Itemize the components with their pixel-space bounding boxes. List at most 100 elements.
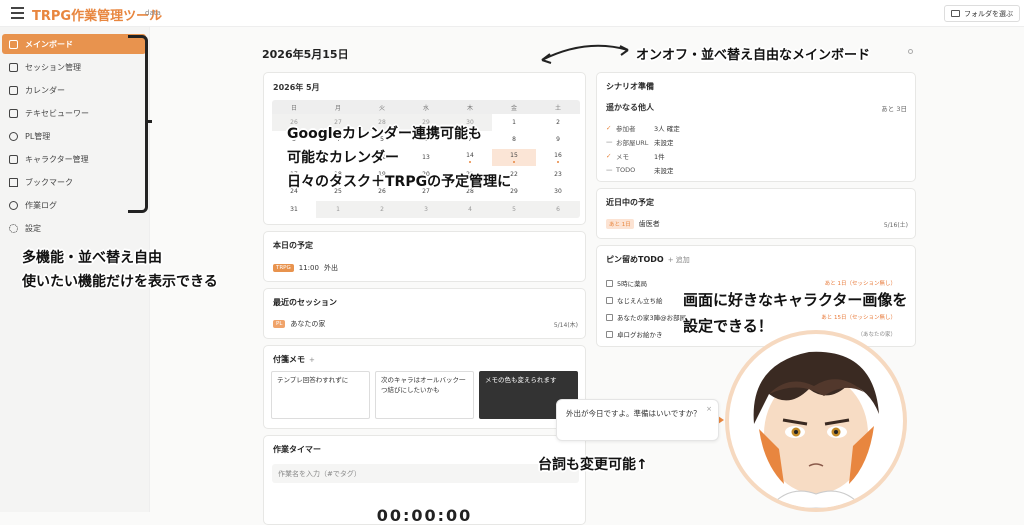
speech-bubble[interactable]: 外出が今日ですよ。準備はいいですか？ × [556, 399, 719, 441]
character-avatar[interactable] [725, 330, 907, 512]
calendar-day[interactable]: 1 [316, 200, 360, 218]
sidebar-item-text-viewer[interactable]: テキセビューワー [2, 103, 146, 123]
sidebar-item-calendar[interactable]: カレンダー [2, 80, 146, 100]
annotation-character-1: 画面に好きなキャラクター画像を [683, 291, 908, 309]
hamburger-menu-icon[interactable] [11, 7, 24, 19]
calendar-day[interactable]: 13 [404, 149, 448, 166]
day-number: 9 [556, 136, 560, 144]
dash-icon: — [606, 166, 613, 174]
sticky-note[interactable]: テンプレ回答わすれずに [271, 371, 370, 419]
calendar-day-today[interactable]: 15 [492, 148, 536, 166]
top-bar: TRPG作業管理ツール data フォルダを選ぶ [0, 0, 1024, 27]
calendar-day[interactable]: 23 [536, 166, 580, 183]
calendar-day[interactable]: 6 [536, 200, 580, 218]
weekday-header: 火 [360, 100, 404, 114]
calendar-day[interactable]: 9 [536, 131, 580, 148]
calendar-day[interactable]: 2 [360, 200, 404, 218]
day-number: 1 [512, 119, 516, 127]
day-number: 8 [512, 136, 516, 144]
day-number: 1 [336, 205, 340, 213]
speech-text: 外出が今日ですよ。準備はいいですか？ [566, 409, 701, 418]
check-icon: ✓ [606, 152, 612, 160]
calendar-day[interactable]: 3 [404, 200, 448, 218]
card-title: 近日中の予定 [606, 198, 654, 207]
calendar-day[interactable]: 16 [536, 149, 580, 166]
event-dot [469, 160, 471, 163]
weekday-header: 水 [404, 100, 448, 114]
sidebar-item-work-log[interactable]: 作業ログ [2, 195, 146, 215]
timer-value: 00:00:00 [376, 506, 473, 525]
calendar-day[interactable]: 30 [536, 183, 580, 200]
todo-item[interactable]: 5時に薬局 あと 1日（セッション無し） [606, 278, 906, 288]
day-number: 16 [554, 151, 562, 159]
checkbox[interactable] [606, 313, 613, 321]
card-title: 付箋メモ + [273, 354, 315, 365]
add-todo-button[interactable]: + 追加 [668, 256, 690, 264]
sidebar-item-sessions[interactable]: セッション管理 [2, 57, 146, 77]
sidebar-item-label: キャラクター管理 [25, 154, 89, 164]
checkbox[interactable] [606, 330, 613, 338]
check-icon: ✓ [606, 124, 612, 132]
session-row[interactable]: PL あなたの家 5/14(木) [273, 319, 578, 329]
calendar-day[interactable]: 8 [492, 131, 536, 148]
today-card: 本日の予定 TRPG 11:00 外出 [263, 231, 586, 282]
scenario-prep-card: シナリオ準備 遥かなる他人 あと 3日 ✓ 参加者 3人 確定 — お部屋URL 未設定… [596, 72, 916, 182]
annotation-character-2: 設定できる！ [683, 317, 773, 335]
day-number: 23 [554, 171, 562, 179]
calendar-day[interactable]: 31 [272, 201, 316, 218]
upcoming-card: 近日中の予定 あと 1日 歯医者 5/16(土) [596, 188, 916, 239]
annotation-dialog: 台詞も変更可能↑ [538, 457, 648, 473]
today-event-row[interactable]: TRPG 11:00 外出 [273, 263, 338, 273]
sidebar-item-pl[interactable]: PL管理 [2, 126, 146, 146]
calendar-day[interactable]: 2 [536, 114, 580, 131]
pl-tag: PL [273, 320, 286, 328]
close-icon[interactable]: × [706, 404, 712, 415]
sidebar-item-characters[interactable]: キャラクター管理 [2, 149, 146, 169]
select-folder-button[interactable]: フォルダを選ぶ [944, 5, 1020, 22]
day-number: 5 [512, 205, 516, 213]
sidebar-item-main-board[interactable]: メインボード [2, 34, 146, 54]
info-icon [908, 49, 913, 54]
calendar-day[interactable]: 1 [492, 114, 536, 131]
sticky-title: 付箋メモ [273, 355, 305, 364]
sticky-note[interactable]: 次のキャラはオールバック一つ結びにしたいかも [375, 371, 474, 419]
sidebar-item-label: メインボード [25, 39, 73, 49]
sidebar-item-label: カレンダー [25, 85, 65, 95]
upcoming-event: 歯医者 [638, 220, 660, 228]
character-portrait [753, 351, 879, 508]
weekday-header: 土 [536, 100, 580, 114]
scenario-name[interactable]: 遥かなる他人 [606, 102, 654, 113]
calendar-day[interactable]: 14 [448, 149, 492, 166]
prep-row: ✓ 参加者 3人 確定 [606, 124, 680, 133]
folder-icon [951, 10, 960, 17]
checkbox[interactable] [606, 296, 613, 304]
sidebar-bracket [128, 35, 148, 213]
sidebar-item-label: 設定 [25, 223, 41, 233]
session-date: 5/14(木) [553, 321, 578, 329]
sidebar-item-label: ブックマーク [25, 177, 73, 187]
prep-row: — お部屋URL 未設定 [606, 138, 674, 147]
session-icon [9, 62, 18, 72]
weekday-header: 日 [272, 100, 316, 114]
character-icon [9, 154, 18, 164]
sidebar-item-settings[interactable]: 設定 [2, 218, 146, 238]
card-title: 本日の予定 [273, 241, 313, 250]
annotation-calendar-2: 可能なカレンダー [287, 150, 399, 166]
task-name-input[interactable]: 作業名を入力（#でタグ） [272, 464, 579, 483]
add-sticky-button[interactable]: + [309, 356, 315, 364]
annotation-calendar-1: Googleカレンダー連携可能も [287, 126, 483, 142]
sidebar-item-bookmarks[interactable]: ブックマーク [2, 172, 146, 192]
checkbox[interactable] [606, 279, 613, 287]
gear-icon [9, 223, 18, 233]
day-number: 13 [422, 153, 430, 161]
home-icon [9, 39, 18, 49]
scenario-days-left: あと 3日 [881, 105, 907, 113]
event-dot [513, 160, 515, 163]
app-title: TRPG作業管理ツール [32, 9, 163, 24]
dash-icon: — [606, 138, 613, 146]
select-folder-label: フォルダを選ぶ [964, 9, 1013, 18]
card-title: ピン留めTODO + 追加 [606, 255, 690, 264]
calendar-day[interactable]: 5 [492, 200, 536, 218]
calendar-day[interactable]: 4 [448, 200, 492, 218]
upcoming-row[interactable]: あと 1日 歯医者 5/16(土) [606, 219, 908, 229]
